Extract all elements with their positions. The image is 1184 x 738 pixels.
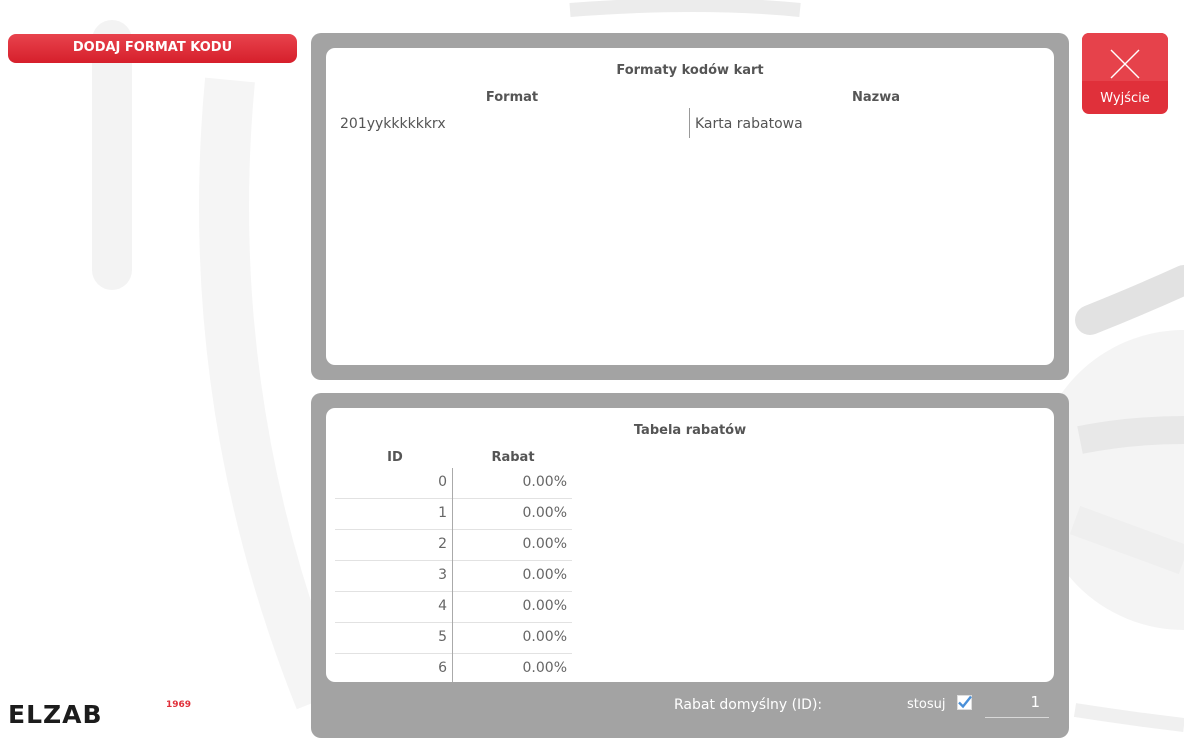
exit-button[interactable]: Wyjście	[1082, 33, 1168, 114]
id-cell: 0	[438, 474, 447, 490]
code-formats-panel: Formaty kodów kart Format Nazwa 201yykkk…	[311, 33, 1069, 380]
column-header-name[interactable]: Nazwa	[698, 90, 1054, 105]
discount-table: Tabela rabatów ID Rabat 0 0.00% 1 0.00% 20…	[326, 408, 1054, 682]
id-cell: 6	[438, 660, 447, 676]
rabat-cell: 0.00%	[522, 567, 567, 583]
column-divider	[689, 108, 690, 138]
rabat-cell: 0.00%	[522, 660, 567, 676]
rabat-cell: 0.00%	[522, 536, 567, 552]
column-header-format[interactable]: Format	[326, 90, 698, 105]
discount-table-panel: Tabela rabatów ID Rabat 0 0.00% 1 0.00% 20…	[311, 393, 1069, 738]
logo-year: 1969	[166, 700, 192, 710]
table-row[interactable]: 1 0.00%	[335, 499, 572, 530]
apply-checkbox[interactable]	[957, 695, 972, 710]
default-discount-id-value: 1	[1030, 693, 1040, 711]
column-header-rabat[interactable]: Rabat	[453, 450, 573, 465]
id-cell: 1	[438, 505, 447, 521]
rabat-cell: 0.00%	[522, 598, 567, 614]
table-row[interactable]: 6 0.00%	[335, 654, 572, 682]
add-code-format-button[interactable]: DODAJ FORMAT KODU	[8, 34, 297, 63]
id-cell: 2	[438, 536, 447, 552]
id-cell: 5	[438, 629, 447, 645]
exit-label: Wyjście	[1100, 91, 1150, 106]
apply-label: stosuj	[907, 697, 946, 712]
format-cell[interactable]: 201yykkkkkkrx	[340, 116, 446, 132]
code-formats-title: Formaty kodów kart	[616, 63, 764, 78]
default-discount-id-field[interactable]: 1	[985, 690, 1049, 718]
table-row[interactable]: 4 0.00%	[335, 592, 572, 623]
code-formats-table: Formaty kodów kart Format Nazwa 201yykkk…	[326, 48, 1054, 365]
table-row[interactable]: 0 0.00%	[335, 468, 572, 499]
rabat-cell: 0.00%	[522, 629, 567, 645]
close-icon	[1110, 49, 1140, 79]
discount-rows[interactable]: 0 0.00% 1 0.00% 2 0.00% 3 0.00% 4 0.00% 5 0.00…	[335, 468, 572, 682]
default-discount-label: Rabat domyślny (ID):	[674, 697, 823, 713]
id-cell: 3	[438, 567, 447, 583]
rabat-cell: 0.00%	[522, 505, 567, 521]
elzab-logo: ELZAB 1969	[8, 700, 191, 729]
checkmark-icon	[958, 695, 972, 709]
table-row[interactable]: 3 0.00%	[335, 561, 572, 592]
column-header-id[interactable]: ID	[350, 450, 440, 465]
rabat-cell: 0.00%	[522, 474, 567, 490]
logo-text: ELZAB	[8, 700, 103, 729]
table-row[interactable]: 5 0.00%	[335, 623, 572, 654]
name-cell[interactable]: Karta rabatowa	[695, 116, 803, 132]
table-row[interactable]: 2 0.00%	[335, 530, 572, 561]
id-cell: 4	[438, 598, 447, 614]
discount-table-title: Tabela rabatów	[633, 423, 747, 438]
